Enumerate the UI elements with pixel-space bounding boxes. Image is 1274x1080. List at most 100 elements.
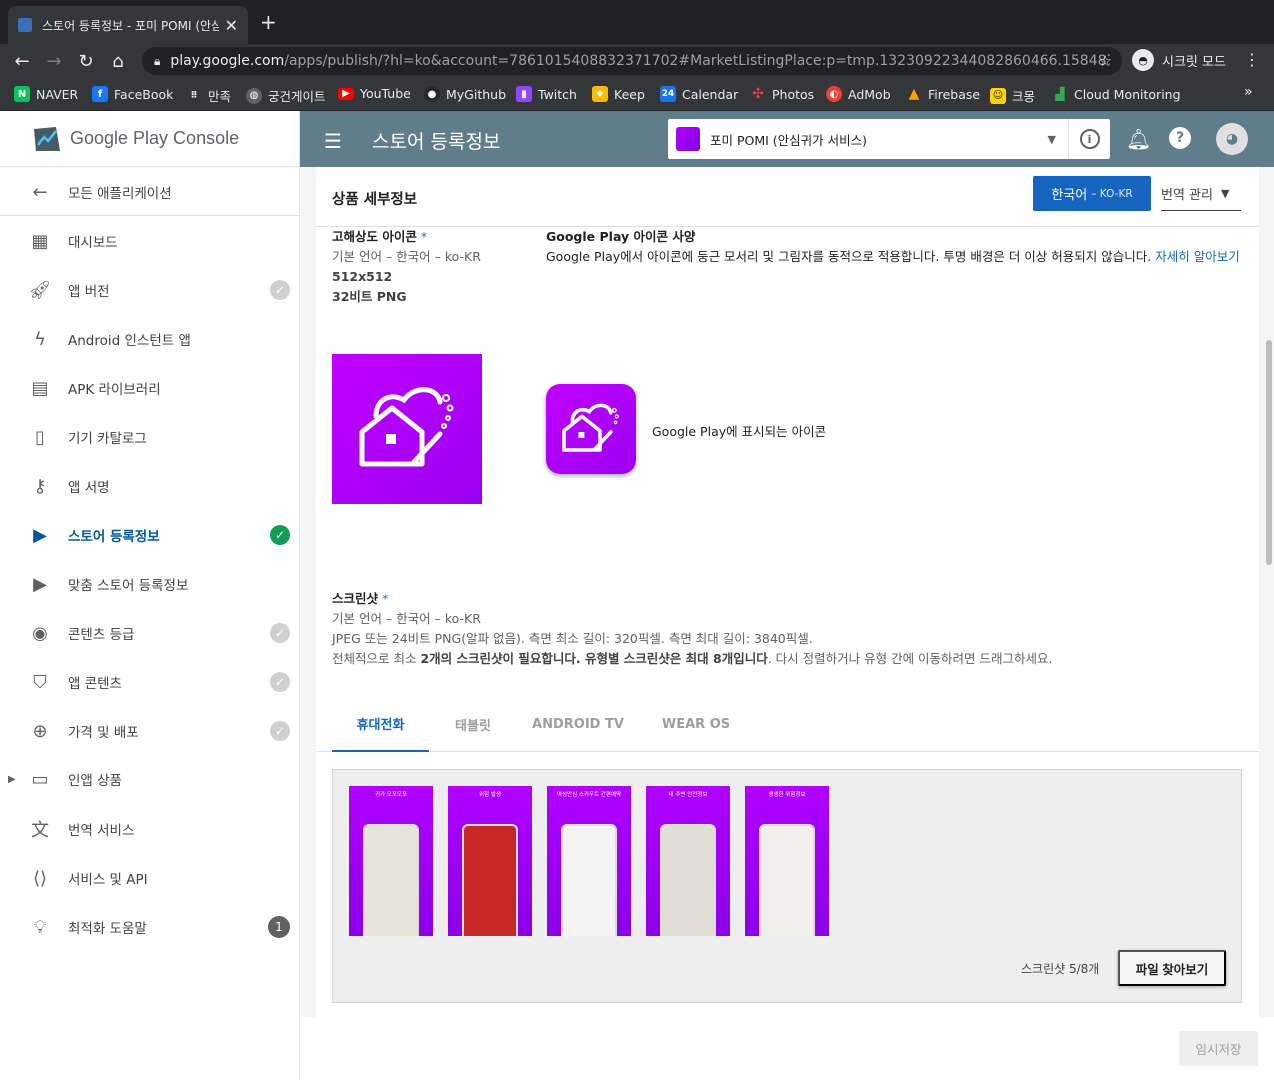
- store-icon: ▶: [33, 524, 47, 546]
- sidebar-item-app-release[interactable]: 🚀︎ 앱 버전 ✓: [0, 266, 300, 314]
- sidebar-item-device-catalog[interactable]: ▯ 기기 카탈로그: [0, 413, 300, 461]
- back-to-all-apps[interactable]: ← 모든 애플리케이션: [0, 168, 300, 216]
- admob-icon: ◐: [826, 86, 842, 102]
- kmong-icon: ☺: [990, 87, 1006, 104]
- forward-arrow-icon[interactable]: →: [42, 49, 66, 73]
- main-content: 상품 세부정보 한국어 – KO-KR 번역 관리 ▼ 고해상도 아이콘 * 기본…: [301, 167, 1274, 1080]
- sidebar-item-app-signing[interactable]: ⚷ 앱 서명: [0, 462, 300, 510]
- bolt-icon: ϟ: [34, 328, 46, 350]
- sidebar-item-optimization-tips[interactable]: 💡︎ 최적화 도움말 1: [0, 903, 300, 951]
- expand-arrow-icon[interactable]: ▶: [8, 774, 16, 785]
- play-console-logo[interactable]: Google Play Console: [0, 111, 300, 167]
- dots-icon: ⠿: [190, 90, 198, 101]
- shield-icon: ⛉: [33, 671, 47, 693]
- screenshot-thumb[interactable]: 생생한 위험정보: [745, 786, 829, 936]
- tab-tablet[interactable]: 태블릿: [438, 696, 508, 752]
- browser-tab[interactable]: 스토어 등록정보 - 포미 POMI (안심귀가 서비스) ✕: [8, 6, 248, 44]
- youtube-icon: ▶: [338, 87, 354, 100]
- screenshot-dropzone[interactable]: 귀가 모포모포 위험 발생 여성안심 스카우트 간편예약 내 주변 안전정보 생…: [332, 769, 1242, 1003]
- screenshot-thumb[interactable]: 귀가 모포모포: [349, 786, 433, 936]
- api-icon: ⟨⟩: [32, 867, 48, 889]
- app-icon: [676, 127, 700, 151]
- tab-wear-os[interactable]: WEAR OS: [656, 696, 736, 752]
- tips-count-badge: 1: [268, 916, 290, 938]
- sidebar-item-services-api[interactable]: ⟨⟩ 서비스 및 API: [0, 854, 300, 902]
- tab-phone[interactable]: 휴대전화: [332, 696, 429, 752]
- browser-menu-icon[interactable]: ⋮: [1244, 50, 1260, 69]
- github-icon: ●: [424, 86, 440, 102]
- bookmark-gateway[interactable]: ◍ 궁건게이트: [246, 86, 326, 105]
- translation-manage-dropdown[interactable]: 번역 관리 ▼: [1161, 176, 1241, 211]
- page-scrollbar[interactable]: [1266, 340, 1272, 565]
- more-bookmarks-icon[interactable]: »: [1244, 84, 1253, 100]
- bookmark-manjok[interactable]: ⠿ 만족: [186, 86, 231, 105]
- globe-icon: ⊕: [32, 720, 48, 742]
- new-tab-icon[interactable]: +: [260, 12, 277, 32]
- incognito-indicator[interactable]: ◓ 시크릿 모드: [1132, 49, 1226, 71]
- bookmark-firebase[interactable]: ▲ Firebase: [906, 86, 981, 102]
- check-circle-icon: ✓: [270, 672, 290, 692]
- play-console-favicon: [18, 18, 32, 32]
- back-arrow-icon[interactable]: ←: [10, 49, 34, 73]
- dashboard-icon: ▦: [31, 230, 49, 252]
- screenshot-thumb[interactable]: 여성안심 스카우트 간편예약: [547, 786, 631, 936]
- home-heart-icon: [359, 387, 454, 467]
- sidebar-item-apk-library[interactable]: ▤ APK 라이브러리: [0, 364, 300, 412]
- store-custom-icon: ▶: [33, 573, 47, 595]
- browser-tab-strip: 스토어 등록정보 - 포미 POMI (안심귀가 서비스) ✕ +: [0, 0, 1274, 44]
- sidebar-item-dashboard[interactable]: ▦ 대시보드: [0, 217, 300, 265]
- bookmark-twitch[interactable]: ▮ Twitch: [516, 86, 577, 102]
- translate-icon: 文: [31, 820, 49, 841]
- bookmark-calendar[interactable]: 24 Calendar: [660, 86, 738, 102]
- bookmark-facebook[interactable]: f FaceBook: [92, 86, 173, 102]
- help-icon[interactable]: ?: [1169, 127, 1191, 149]
- save-draft-button[interactable]: 임시저장: [1179, 1031, 1258, 1066]
- phone-mockup: [462, 824, 518, 936]
- sidebar-item-in-app-products[interactable]: ▶ ▭ 인앱 상품: [0, 755, 300, 803]
- rating-icon: ◉: [32, 622, 48, 644]
- language-button[interactable]: 한국어 – KO-KR: [1033, 176, 1151, 211]
- sidebar-item-app-content[interactable]: ⛉ 앱 콘텐츠 ✓: [0, 658, 300, 706]
- bookmark-admob[interactable]: ◐ AdMob: [826, 86, 891, 102]
- page-title: 스토어 등록정보: [372, 131, 501, 153]
- bookmark-naver[interactable]: N NAVER: [14, 86, 78, 102]
- save-bar: [301, 1017, 1274, 1080]
- twitch-icon: ▮: [516, 86, 532, 102]
- hires-app-icon-image[interactable]: [332, 354, 482, 504]
- bookmark-youtube[interactable]: ▶ YouTube: [338, 86, 411, 101]
- home-icon[interactable]: ⌂: [106, 49, 130, 73]
- sidebar-item-store-listing[interactable]: ▶ 스토어 등록정보 ✓: [0, 511, 300, 559]
- phone-mockup: [759, 824, 815, 936]
- tab-android-tv[interactable]: ANDROID TV: [528, 696, 628, 752]
- app-info-button[interactable]: i: [1068, 119, 1110, 159]
- bookmark-keep[interactable]: ♦ Keep: [592, 86, 645, 102]
- sidebar-item-translation[interactable]: 文 번역 서비스: [0, 805, 300, 853]
- bookmark-cloud-monitoring[interactable]: ▟ Cloud Monitoring: [1052, 86, 1180, 102]
- firebase-icon: ▲: [908, 86, 920, 102]
- sidebar-item-content-rating[interactable]: ◉ 콘텐츠 등급 ✓: [0, 609, 300, 657]
- sidebar-item-custom-store-listing[interactable]: ▶ 맞춤 스토어 등록정보: [0, 560, 300, 608]
- browser-tab-title: 스토어 등록정보 - 포미 POMI (안심귀가 서비스): [42, 18, 219, 33]
- sidebar-item-instant-apps[interactable]: ϟ Android 인스턴트 앱: [0, 315, 300, 363]
- hamburger-menu-icon[interactable]: ☰: [324, 129, 342, 153]
- bookmark-kmong[interactable]: ☺ 크몽: [990, 86, 1035, 105]
- sidebar-item-pricing-distribution[interactable]: ⊕ 가격 및 배포 ✓: [0, 707, 300, 755]
- section-title: 상품 세부정보: [332, 192, 418, 208]
- browse-files-button[interactable]: 파일 찾아보기: [1118, 950, 1226, 986]
- reload-icon[interactable]: ↻: [74, 49, 98, 73]
- library-icon: ▤: [31, 377, 49, 399]
- app-selector[interactable]: 포미 POMI (안심귀가 서비스) ▼ i: [668, 119, 1110, 159]
- screenshot-thumb[interactable]: 위험 발생: [448, 786, 532, 936]
- bookmark-star-icon[interactable]: ☆: [1099, 52, 1112, 70]
- bulb-icon: 💡︎: [33, 916, 47, 938]
- notifications-bell-icon[interactable]: 🔔︎: [1126, 127, 1151, 151]
- bookmark-github[interactable]: ● MyGithub: [424, 86, 506, 102]
- account-avatar[interactable]: ◕: [1216, 123, 1248, 155]
- screenshot-count: 스크린샷 5/8개: [1021, 962, 1100, 976]
- dropdown-arrow-icon: ▼: [1220, 186, 1230, 200]
- address-bar[interactable]: 🔒︎ play.google.com /apps/publish/?hl=ko&…: [142, 47, 1122, 75]
- close-tab-icon[interactable]: ✕: [225, 16, 238, 35]
- bookmark-photos[interactable]: ✣ Photos: [750, 86, 814, 102]
- learn-more-link[interactable]: 자세히 알아보기: [1155, 249, 1239, 264]
- screenshot-thumb[interactable]: 내 주변 안전정보: [646, 786, 730, 936]
